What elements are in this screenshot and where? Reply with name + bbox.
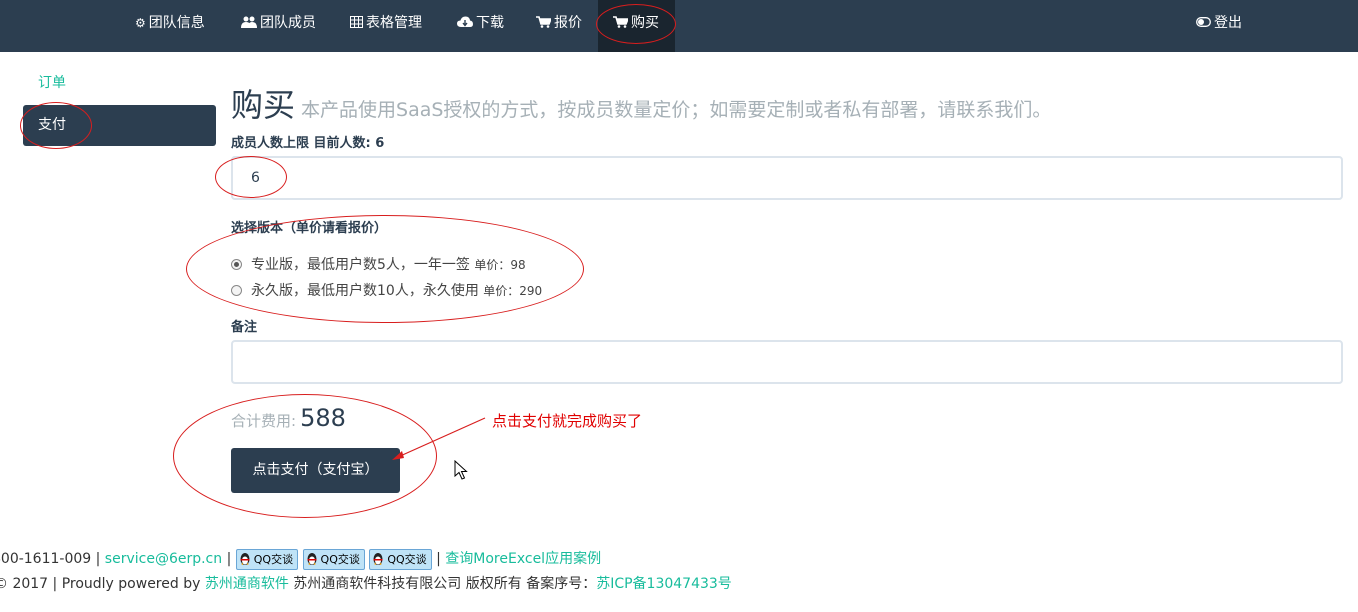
nav-table-management[interactable]: 表格管理	[350, 0, 422, 52]
version-label: 选择版本（单价请看报价）	[231, 221, 388, 236]
version-perpetual-unit: 单价：290	[483, 284, 543, 298]
sidebar-pay-button[interactable]: 支付	[23, 105, 216, 146]
page-subtitle: 本产品使用SaaS授权的方式，按成员数量定价；如需要定制或者私有部署，请联系我们…	[301, 99, 1052, 121]
nav-team-members-label: 团队成员	[260, 15, 316, 31]
footer-email-link[interactable]: service@6erp.cn	[105, 551, 222, 567]
version-option-perpetual[interactable]: 永久版，最低用户数10人，永久使用 单价：290	[231, 280, 542, 300]
qq-penguin-icon	[372, 552, 384, 566]
sidebar-order-link[interactable]: 订单	[38, 72, 66, 92]
logout-label: 登出	[1214, 15, 1242, 31]
nav-buy-label: 购买	[631, 15, 659, 31]
nav-team-info-label: 团队信息	[148, 15, 205, 31]
version-pro-text: 专业版，最低用户数5人，一年一签	[251, 257, 470, 273]
footer-copyright-mid: 苏州通商软件科技有限公司 版权所有 备案序号：	[293, 576, 597, 592]
users-icon	[241, 0, 257, 46]
table-icon	[350, 0, 363, 46]
version-perpetual-text: 永久版，最低用户数10人，永久使用	[251, 283, 479, 299]
alipay-pay-button[interactable]: 点击支付（支付宝）	[231, 448, 400, 493]
cart-icon	[613, 0, 630, 46]
nav-table-management-label: 表格管理	[366, 15, 422, 31]
members-label: 成员人数上限 目前人数: 6	[231, 136, 385, 151]
total-cost: 合计费用: 588	[231, 404, 346, 432]
footer-sep-2: |	[431, 551, 441, 567]
mouse-cursor-icon	[454, 460, 468, 480]
total-label: 合计费用:	[231, 412, 297, 430]
nav-quote[interactable]: 报价	[536, 0, 582, 52]
nav-quote-label: 报价	[554, 15, 582, 31]
page-title: 购买 本产品使用SaaS授权的方式，按成员数量定价；如需要定制或者私有部署，请联系…	[231, 80, 1051, 126]
annotation-text: 点击支付就完成购买了	[492, 412, 643, 430]
gear-icon: ⚙	[135, 16, 146, 30]
nav-team-members[interactable]: 团队成员	[241, 0, 316, 52]
nav-buy[interactable]: 购买	[598, 0, 675, 52]
radio-perpetual[interactable]	[231, 285, 242, 296]
footer-copyright: © 2017 | Proudly powered by 苏州通商软件 苏州通商软…	[0, 573, 732, 593]
page-title-main: 购买	[231, 86, 296, 124]
members-input[interactable]: 6	[231, 156, 1343, 200]
footer-icp-link[interactable]: 苏ICP备13047433号	[596, 576, 732, 592]
cloud-download-icon	[457, 0, 473, 46]
total-value: 588	[300, 404, 346, 432]
top-navbar: ⚙ 团队信息 团队成员 表格管理 下载 报价 购买 登出	[0, 0, 1358, 52]
qq-chat-button-2[interactable]: QQ交谈	[302, 548, 365, 570]
nav-download-label: 下载	[476, 15, 504, 31]
footer-cases-link[interactable]: 查询MoreExcel应用案例	[445, 551, 601, 567]
version-option-pro[interactable]: 专业版，最低用户数5人，一年一签 单价：98	[231, 254, 526, 274]
footer-phone: 400-1611-009 |	[0, 551, 101, 567]
radio-pro[interactable]	[231, 259, 242, 270]
footer-contact: 400-1611-009 | service@6erp.cn | QQ交谈 QQ…	[0, 548, 601, 570]
logout-button[interactable]: 登出	[1196, 0, 1242, 52]
annotation-arrow	[392, 417, 486, 460]
version-pro-unit: 单价：98	[474, 258, 526, 272]
qq-penguin-icon	[306, 552, 318, 566]
cart-icon	[536, 0, 553, 46]
remark-input[interactable]	[231, 340, 1343, 384]
nav-team-info[interactable]: ⚙ 团队信息	[135, 0, 205, 52]
qq-chat-button-3[interactable]: QQ交谈	[369, 548, 432, 570]
footer-company-link[interactable]: 苏州通商软件	[205, 576, 289, 592]
footer-copyright-prefix: © 2017 | Proudly powered by	[0, 576, 201, 592]
remark-label: 备注	[231, 320, 258, 335]
toggle-icon	[1196, 0, 1211, 46]
nav-download[interactable]: 下载	[457, 0, 504, 52]
footer-sep: |	[222, 551, 232, 567]
qq-penguin-icon	[239, 552, 251, 566]
qq-chat-button-1[interactable]: QQ交谈	[235, 548, 299, 570]
